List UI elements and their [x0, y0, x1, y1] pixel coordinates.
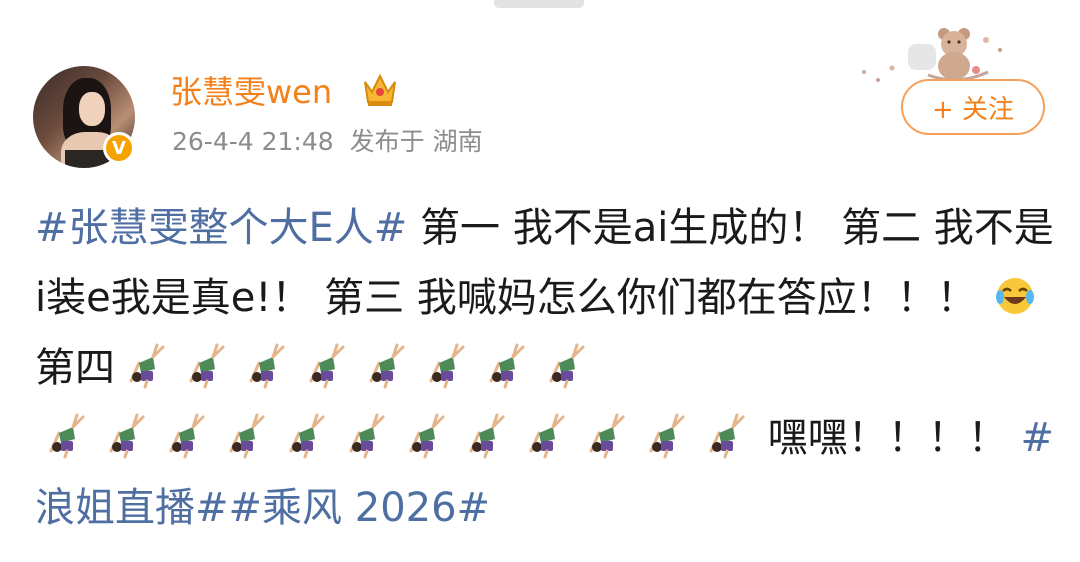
cartwheel-person-icon [229, 413, 265, 459]
post-body: #张慧雯整个大E人# 第一 我不是ai生成的！ 第二 我不是i装e我是真e!！ … [35, 193, 1055, 543]
hashtag-link[interactable]: #张慧雯整个大E人# [35, 205, 407, 251]
cartwheel-person-icon [309, 343, 345, 389]
post-meta: 26-4-4 21:48 发布于 湖南 [172, 124, 483, 160]
cartwheel-person-icon [349, 413, 385, 459]
cartwheel-person-icon [129, 343, 165, 389]
cartwheel-person-icon [469, 413, 505, 459]
post-text: 第四 [35, 345, 115, 391]
verified-icon: V [103, 132, 135, 164]
post-location: 发布于 湖南 [349, 127, 483, 156]
cartwheel-person-icon [589, 413, 625, 459]
cartwheel-person-icon [369, 343, 405, 389]
cartwheel-person-icon-group [35, 413, 755, 461]
post-time: 26-4-4 21:48 [172, 127, 334, 156]
username[interactable]: 张慧雯wen [170, 72, 332, 112]
cartwheel-person-icon [489, 343, 525, 389]
cartwheel-person-icon [249, 343, 285, 389]
follow-button[interactable]: + 关注 [901, 79, 1045, 135]
cartwheel-person-icon-group [115, 343, 595, 391]
face-with-tears-of-joy-icon [995, 278, 1034, 314]
cartwheel-person-icon [409, 413, 445, 459]
cartwheel-person-icon [169, 413, 205, 459]
post-text: 嘿嘿！！！！ [767, 415, 1008, 461]
crown-icon [364, 73, 396, 106]
drag-handle[interactable] [494, 0, 584, 8]
cartwheel-person-icon [49, 413, 85, 459]
cartwheel-person-icon [529, 413, 565, 459]
cartwheel-person-icon [189, 343, 225, 389]
cartwheel-person-icon [649, 413, 685, 459]
cartwheel-person-icon [709, 413, 745, 459]
cartwheel-person-icon [429, 343, 465, 389]
cartwheel-person-icon [549, 343, 585, 389]
cartwheel-person-icon [289, 413, 325, 459]
hashtag-link[interactable]: #乘风 2026# [229, 485, 491, 531]
cartwheel-person-icon [109, 413, 145, 459]
